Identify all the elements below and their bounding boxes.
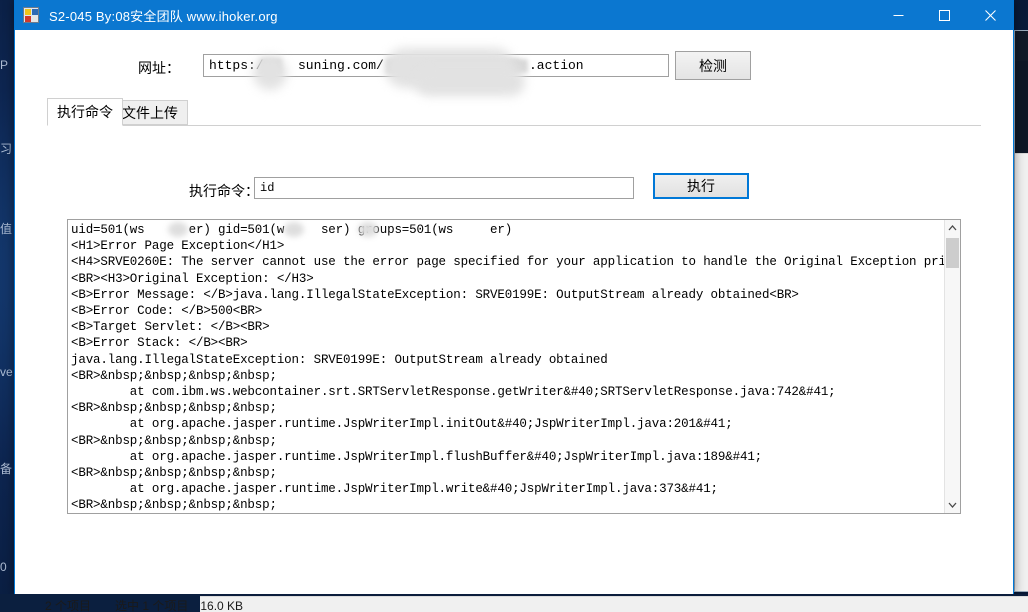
background-window-divider <box>1015 153 1028 154</box>
edge-glyph-3: ve <box>0 365 13 379</box>
window-controls <box>875 0 1013 30</box>
background-window-titlebar <box>1015 31 1028 61</box>
output-redaction-1 <box>168 222 188 237</box>
window-title: S2-045 By:08安全团队 www.ihoker.org <box>49 8 278 24</box>
chevron-up-icon[interactable] <box>945 220 960 236</box>
tab-execute-command[interactable]: 执行命令 <box>47 98 123 126</box>
app-tiles-icon <box>23 7 39 23</box>
execute-button[interactable]: 执行 <box>653 173 749 199</box>
command-label: 执行命令： <box>189 183 259 199</box>
url-value-mid: suning.com/ <box>298 58 384 73</box>
desktop-left-edge-glyphs: P 习 值 ve 备 0 <box>0 30 14 590</box>
background-window-band <box>1015 61 1028 153</box>
desktop-background: P 习 值 ve 备 0 S2-045 By:08安全团队 www.ihoker… <box>0 0 1028 612</box>
explorer-status-text: 2 个项目 选中 1 个项目 16.0 KB <box>45 599 244 612</box>
edge-glyph-2: 值 <box>0 222 13 236</box>
scrollbar-thumb[interactable] <box>946 238 959 268</box>
url-value-suffix: .action <box>529 58 584 73</box>
url-redaction-halo-1 <box>253 56 287 90</box>
edge-glyph-5: 0 <box>0 560 7 574</box>
command-input-value: id <box>260 181 275 195</box>
tab-panel-execute-command: 执行命令： id 执行 uid=501(ws er) gid=501(w ser… <box>47 125 981 587</box>
close-icon[interactable] <box>967 0 1013 30</box>
tab-file-upload[interactable]: 文件上传 <box>112 100 188 125</box>
chevron-down-icon[interactable] <box>945 497 960 513</box>
output-scrollbar[interactable] <box>944 220 960 513</box>
app-window: S2-045 By:08安全团队 www.ihoker.org 网址： http… <box>14 0 1014 595</box>
output-redaction-2 <box>284 222 304 237</box>
url-redaction-halo-3 <box>415 68 525 96</box>
output-redaction-3 <box>358 222 378 237</box>
tab-strip: 执行命令 文件上传 <box>47 98 981 126</box>
client-area: 网址： https:/ suning.com/ .action 检测 执行命令 … <box>15 30 1013 593</box>
background-window[interactable] <box>1014 30 1028 592</box>
title-bar[interactable]: S2-045 By:08安全团队 www.ihoker.org <box>15 0 1013 30</box>
edge-glyph-1: 习 <box>0 142 13 156</box>
url-row: 网址： https:/ suning.com/ .action 检测 <box>15 48 1013 96</box>
output-text: uid=501(ws er) gid=501(w ser) groups=501… <box>71 223 960 513</box>
detect-button[interactable]: 检测 <box>675 51 751 80</box>
edge-glyph-4: 备 <box>0 462 13 476</box>
desktop-bottom-strip: 2 个项目 选中 1 个项目 16.0 KB <box>0 594 1028 612</box>
url-label: 网址： <box>138 60 180 76</box>
explorer-status-bar <box>200 596 1028 612</box>
output-textarea[interactable]: uid=501(ws er) gid=501(w ser) groups=501… <box>67 219 961 514</box>
maximize-icon[interactable] <box>921 0 967 30</box>
minimize-icon[interactable] <box>875 0 921 30</box>
edge-glyph-0: P <box>0 58 9 72</box>
command-input[interactable]: id <box>254 177 634 199</box>
